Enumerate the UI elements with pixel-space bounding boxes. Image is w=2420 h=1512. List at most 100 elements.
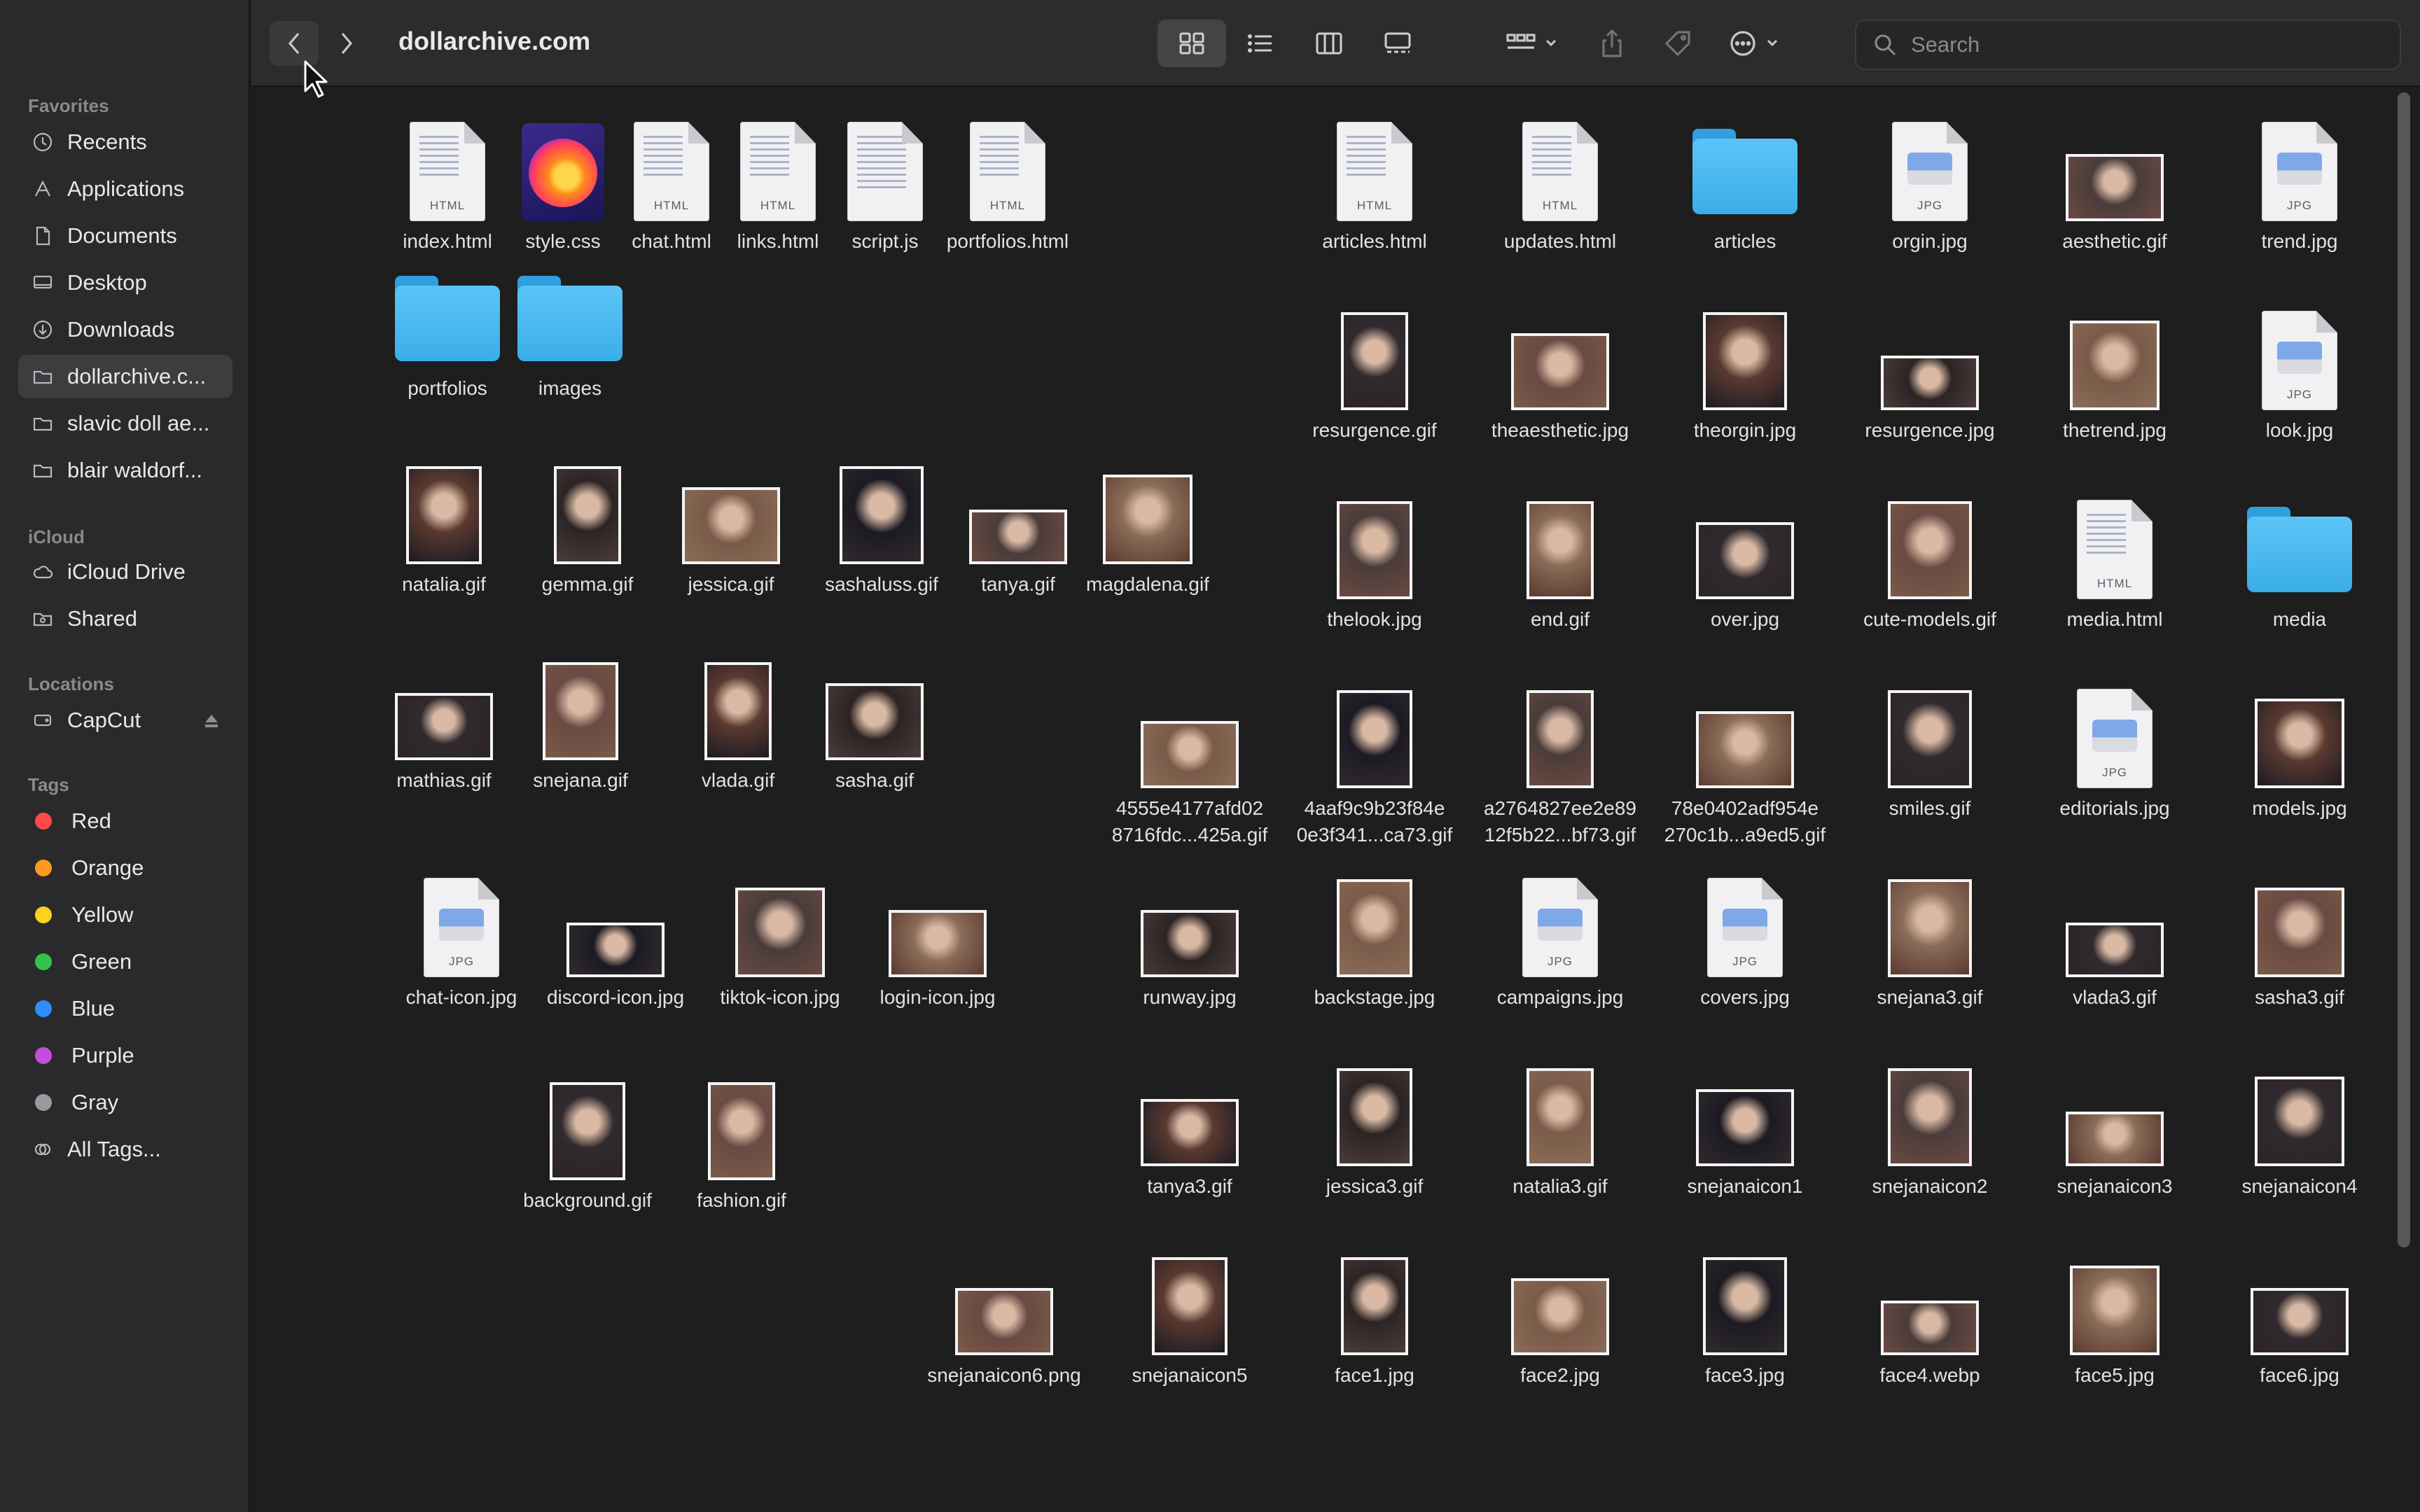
gallery-view-button[interactable]: [1363, 20, 1432, 67]
file-item[interactable]: theorgin.jpg: [1654, 298, 1836, 444]
file-item[interactable]: snejanaicon3: [2024, 1054, 2206, 1200]
file-item[interactable]: natalia3.gif: [1469, 1054, 1651, 1200]
sidebar-item-label: Green: [71, 949, 132, 974]
file-item[interactable]: cute-models.gif: [1839, 487, 2021, 633]
file-item[interactable]: runway.jpg: [1099, 865, 1281, 1011]
sidebar-item-recents[interactable]: Recents: [18, 120, 232, 164]
file-item[interactable]: sasha3.gif: [2209, 865, 2391, 1011]
icon-view-button[interactable]: [1157, 20, 1226, 67]
file-item[interactable]: models.jpg: [2209, 676, 2391, 822]
file-item[interactable]: end.gif: [1469, 487, 1651, 633]
file-item[interactable]: HTML portfolios.html: [917, 109, 1099, 255]
sidebar-item-capcut[interactable]: CapCut: [18, 699, 232, 742]
sidebar-item-label: Downloads: [67, 317, 175, 342]
back-button[interactable]: [270, 21, 319, 66]
sidebar-item-documents[interactable]: Documents: [18, 214, 232, 258]
file-item[interactable]: login-icon.jpg: [847, 865, 1029, 1011]
file-item[interactable]: articles: [1654, 109, 1836, 255]
file-item[interactable]: snejana3.gif: [1839, 865, 2021, 1011]
file-item[interactable]: over.jpg: [1654, 487, 1836, 633]
file-item[interactable]: media: [2209, 487, 2391, 633]
file-item[interactable]: a2764827ee2e89 12f5b22...bf73.gif: [1469, 676, 1651, 848]
file-item[interactable]: face5.jpg: [2024, 1243, 2206, 1389]
file-item[interactable]: JPG orgin.jpg: [1839, 109, 2021, 255]
file-item[interactable]: magdalena.gif: [1057, 452, 1239, 598]
file-name-label: face1.jpg: [1335, 1364, 1414, 1386]
file-item[interactable]: fashion.gif: [651, 1068, 833, 1214]
sidebar-tag-red[interactable]: Red: [18, 799, 232, 843]
eject-icon[interactable]: [202, 711, 221, 731]
file-item[interactable]: JPG covers.jpg: [1654, 865, 1836, 1011]
share-button[interactable]: [1587, 21, 1636, 66]
file-name-label: sasha.gif: [835, 769, 915, 791]
file-item[interactable]: JPG campaigns.jpg: [1469, 865, 1651, 1011]
sidebar-item-shared[interactable]: Shared: [18, 597, 232, 640]
file-item[interactable]: thelook.jpg: [1284, 487, 1466, 633]
image-thumbnail: [1341, 1257, 1408, 1355]
search-input[interactable]: [1911, 32, 2331, 57]
sidebar-tag-gray[interactable]: Gray: [18, 1081, 232, 1124]
sidebar-tag-all-tags[interactable]: All Tags...: [18, 1128, 232, 1171]
more-actions-button[interactable]: [1720, 21, 1797, 66]
file-name-label: articles: [1713, 230, 1776, 252]
file-item[interactable]: smiles.gif: [1839, 676, 2021, 822]
file-item[interactable]: vlada3.gif: [2024, 865, 2206, 1011]
file-item[interactable]: HTML articles.html: [1284, 109, 1466, 255]
list-view-button[interactable]: [1226, 20, 1295, 67]
file-item[interactable]: snejanaicon1: [1654, 1054, 1836, 1200]
file-item[interactable]: JPG editorials.jpg: [2024, 676, 2206, 822]
file-item[interactable]: discord-icon.jpg: [524, 865, 707, 1011]
sidebar-item-applications[interactable]: Applications: [18, 167, 232, 211]
list-icon: [1248, 34, 1272, 52]
file-item[interactable]: face4.webp: [1839, 1243, 2021, 1389]
file-item[interactable]: face2.jpg: [1469, 1243, 1651, 1389]
file-item[interactable]: sasha.gif: [784, 648, 966, 794]
sidebar-section-icloud: iCloud: [28, 526, 85, 547]
file-item[interactable]: tanya3.gif: [1099, 1054, 1281, 1200]
file-item[interactable]: jessica3.gif: [1284, 1054, 1466, 1200]
file-item[interactable]: snejanaicon4: [2209, 1054, 2391, 1200]
file-item[interactable]: images: [479, 256, 661, 402]
file-item[interactable]: tiktok-icon.jpg: [689, 865, 871, 1011]
sidebar-tag-yellow[interactable]: Yellow: [18, 893, 232, 937]
sidebar-tag-green[interactable]: Green: [18, 940, 232, 983]
file-item[interactable]: 4aaf9c9b23f84e 0e3f341...ca73.gif: [1284, 676, 1466, 848]
file-item[interactable]: HTML updates.html: [1469, 109, 1651, 255]
sidebar-item-icloud-drive[interactable]: iCloud Drive: [18, 550, 232, 594]
file-item[interactable]: face3.jpg: [1654, 1243, 1836, 1389]
file-item[interactable]: JPG trend.jpg: [2209, 109, 2391, 255]
file-item[interactable]: JPG look.jpg: [2209, 298, 2391, 444]
file-item[interactable]: backstage.jpg: [1284, 865, 1466, 1011]
file-item[interactable]: snejanaicon5: [1099, 1243, 1281, 1389]
file-item[interactable]: snejanaicon2: [1839, 1054, 2021, 1200]
sidebar-tag-orange[interactable]: Orange: [18, 846, 232, 890]
sidebar-item-downloads[interactable]: Downloads: [18, 308, 232, 351]
file-item[interactable]: snejana.gif: [489, 648, 672, 794]
file-item[interactable]: resurgence.jpg: [1839, 298, 2021, 444]
file-item[interactable]: 4555e4177afd02 8716fdc...425a.gif: [1099, 676, 1281, 848]
file-item[interactable]: thetrend.jpg: [2024, 298, 2206, 444]
sidebar-item-desktop[interactable]: Desktop: [18, 261, 232, 304]
file-item[interactable]: snejanaicon6.png: [913, 1243, 1095, 1389]
file-item[interactable]: resurgence.gif: [1284, 298, 1466, 444]
sidebar-tag-purple[interactable]: Purple: [18, 1034, 232, 1077]
image-thumbnail: [2066, 1112, 2164, 1166]
search-field[interactable]: [1855, 20, 2401, 70]
file-item[interactable]: aesthetic.gif: [2024, 109, 2206, 255]
document-icon: [31, 224, 55, 248]
tag-button[interactable]: [1653, 21, 1702, 66]
file-item[interactable]: face6.jpg: [2209, 1243, 2391, 1389]
file-item[interactable]: 78e0402adf954e 270c1b...a9ed5.gif: [1654, 676, 1836, 848]
column-view-button[interactable]: [1295, 20, 1363, 67]
vertical-scrollbar[interactable]: [2398, 92, 2410, 1247]
forward-button[interactable]: [326, 21, 368, 66]
file-thumbnail: JPG: [2230, 298, 2370, 410]
file-item[interactable]: theaesthetic.jpg: [1469, 298, 1651, 444]
group-by-button[interactable]: [1496, 21, 1573, 66]
sidebar-item-blair-waldorf[interactable]: blair waldorf...: [18, 449, 232, 492]
sidebar-item-dollarchive[interactable]: dollarchive.c...: [18, 355, 232, 398]
sidebar-tag-blue[interactable]: Blue: [18, 987, 232, 1030]
sidebar-item-slavic-doll[interactable]: slavic doll ae...: [18, 402, 232, 445]
file-item[interactable]: HTML media.html: [2024, 487, 2206, 633]
file-item[interactable]: face1.jpg: [1284, 1243, 1466, 1389]
